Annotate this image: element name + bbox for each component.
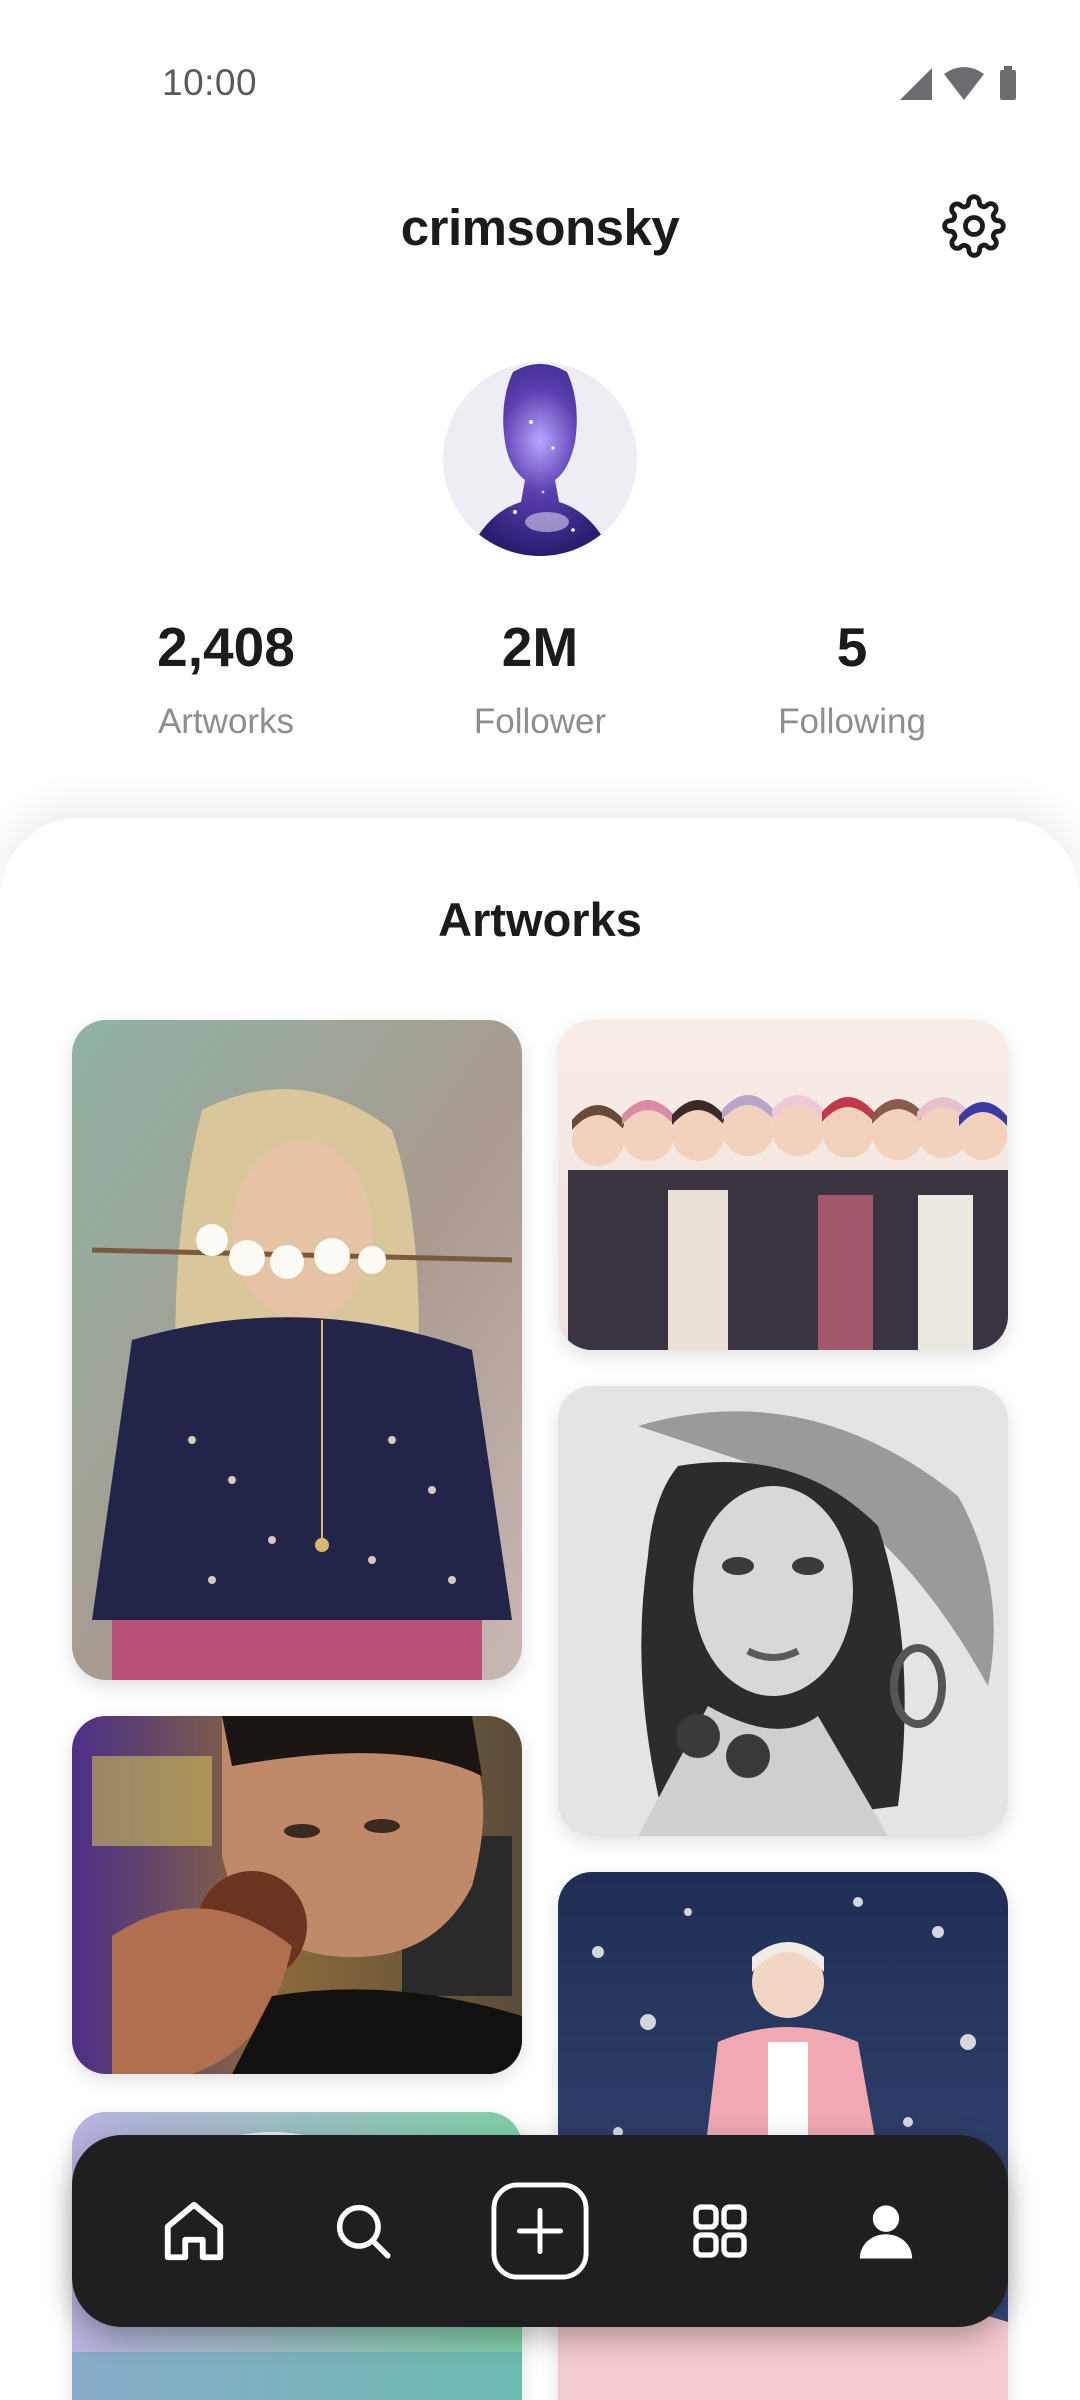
nav-profile[interactable] bbox=[836, 2181, 936, 2281]
nav-collections[interactable] bbox=[670, 2181, 770, 2281]
grid-icon bbox=[693, 2204, 747, 2258]
stat-following-label: Following bbox=[778, 702, 926, 741]
stat-artworks-label: Artworks bbox=[157, 702, 295, 741]
home-icon bbox=[164, 2201, 224, 2261]
stat-follower-label: Follower bbox=[473, 702, 607, 741]
stat-artworks[interactable]: 2,408 Artworks bbox=[96, 612, 356, 742]
battery-icon bbox=[1000, 66, 1016, 100]
artwork-card[interactable] bbox=[558, 1020, 1008, 1350]
artwork-card[interactable] bbox=[558, 1386, 1008, 1836]
artwork-image bbox=[72, 1020, 522, 1680]
nav-add[interactable] bbox=[490, 2181, 590, 2281]
artwork-image bbox=[558, 1020, 1008, 1350]
artwork-image bbox=[72, 1716, 522, 2074]
bottom-nav bbox=[72, 2135, 1008, 2327]
stat-following-value: 5 bbox=[836, 616, 868, 678]
add-icon bbox=[491, 2182, 589, 2280]
status-time: 10:00 bbox=[162, 62, 258, 103]
stat-following[interactable]: 5 Following bbox=[722, 612, 982, 742]
artwork-card[interactable] bbox=[72, 1020, 522, 1680]
gear-icon bbox=[942, 194, 1006, 258]
signal-icon bbox=[900, 68, 932, 100]
artworks-title: Artworks bbox=[438, 893, 642, 946]
search-icon bbox=[336, 2204, 391, 2259]
status-icons bbox=[896, 64, 1028, 102]
wifi-icon bbox=[944, 67, 984, 100]
profile-icon bbox=[859, 2205, 913, 2259]
settings-button[interactable] bbox=[940, 192, 1008, 260]
artwork-image bbox=[558, 1386, 1008, 1836]
stat-follower[interactable]: 2M Follower bbox=[410, 612, 670, 742]
profile-username: crimsonsky bbox=[400, 199, 680, 256]
nav-home[interactable] bbox=[144, 2181, 244, 2281]
artwork-card[interactable] bbox=[72, 1716, 522, 2074]
nav-search[interactable] bbox=[313, 2181, 413, 2281]
stat-artworks-value: 2,408 bbox=[157, 616, 295, 678]
avatar[interactable] bbox=[443, 362, 637, 556]
status-bar: 10:00 bbox=[0, 0, 1080, 170]
stat-follower-value: 2M bbox=[501, 616, 579, 678]
